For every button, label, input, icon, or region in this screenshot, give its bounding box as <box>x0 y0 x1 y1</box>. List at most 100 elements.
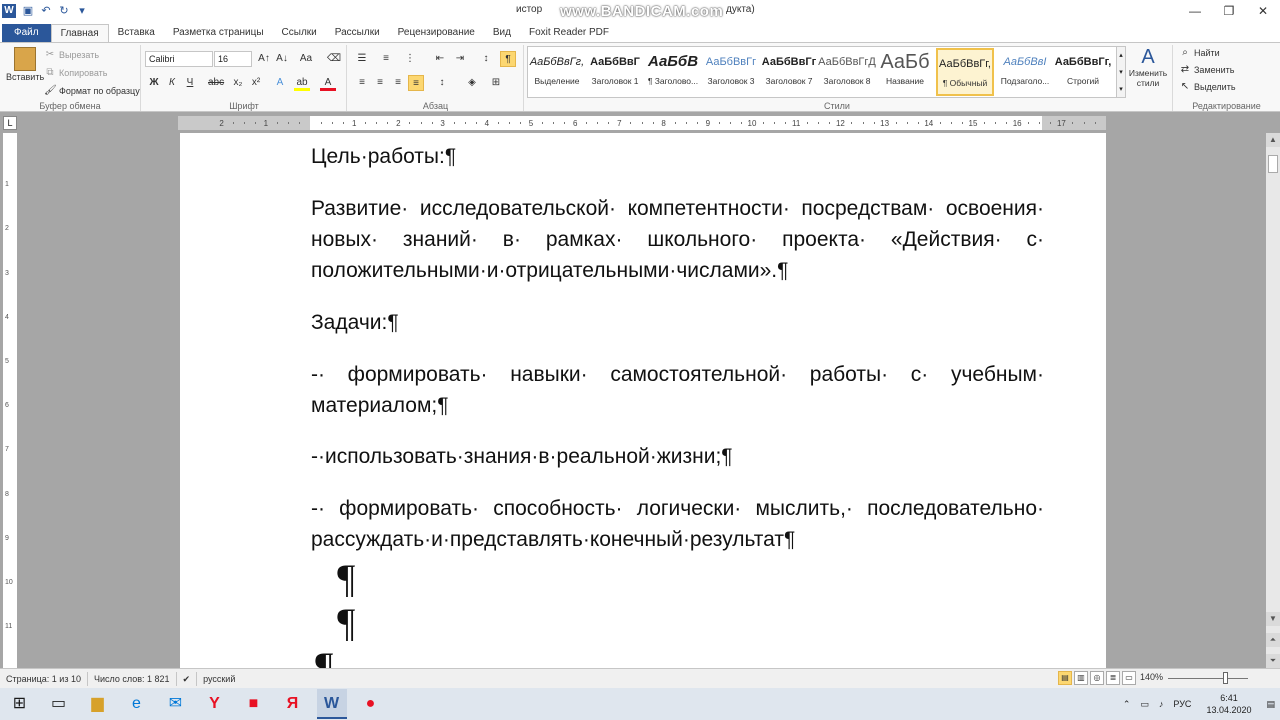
language-status[interactable]: русский <box>197 672 241 686</box>
font-color-icon[interactable]: A <box>320 75 336 91</box>
styles-gallery-scroll[interactable]: ▴ ▾ ▾ <box>1116 46 1126 98</box>
shading-icon[interactable]: ◈ <box>464 75 480 91</box>
show-formatting-marks-icon[interactable]: ¶ <box>500 51 516 67</box>
tab-mailings[interactable]: Рассылки <box>326 24 389 42</box>
prev-page-icon[interactable]: ⏶ <box>1266 633 1280 647</box>
undo-icon[interactable]: ↶ <box>40 5 52 17</box>
edge-browser-icon[interactable]: e <box>122 689 152 719</box>
document-page[interactable]: Цель·работы:¶ Развитие· исследовательско… <box>180 133 1106 668</box>
minimize-button[interactable]: — <box>1178 0 1212 22</box>
page-count-status[interactable]: Страница: 1 из 10 <box>0 671 88 686</box>
notifications-icon[interactable]: ▤ <box>1266 699 1275 710</box>
bullets-icon[interactable]: ☰ <box>354 51 370 67</box>
clear-format-icon[interactable]: ⌫ <box>326 51 342 67</box>
change-case-icon[interactable]: Aa <box>298 51 314 67</box>
format-painter-button[interactable]: 🖌 Формат по образцу <box>44 85 140 97</box>
tab-foxit-pdf[interactable]: Foxit Reader PDF <box>520 24 618 42</box>
customize-qat-icon[interactable]: ▾ <box>76 5 88 17</box>
print-layout-icon[interactable]: ▤ <box>1058 671 1072 685</box>
tray-expand-icon[interactable]: ⌃ <box>1123 699 1131 710</box>
gift-app-icon[interactable]: ■ <box>239 689 269 719</box>
zoom-slider-track[interactable] <box>1168 678 1248 679</box>
highlight-icon[interactable]: ab <box>294 75 310 91</box>
volume-icon[interactable]: ♪ <box>1159 699 1164 709</box>
align-right-icon[interactable]: ≡ <box>390 75 406 91</box>
style-emphasis[interactable]: АаБбВвГг, Выделение <box>528 48 586 96</box>
vertical-scrollbar[interactable]: ▲ ▼ ⏶ ⏷ <box>1266 133 1280 668</box>
redo-icon[interactable]: ↻ <box>58 5 70 17</box>
style-heading-7[interactable]: АаБбВвГг Заголовок 7 <box>760 48 818 96</box>
cut-button[interactable]: ✂ Вырезать <box>44 49 99 61</box>
scroll-up-arrow-icon[interactable]: ▲ <box>1266 133 1280 147</box>
zoom-slider-thumb[interactable] <box>1223 672 1228 684</box>
copy-button[interactable]: ⧉ Копировать <box>44 67 107 79</box>
underline-icon[interactable]: Ч <box>182 75 198 91</box>
zoom-level[interactable]: 140% <box>1140 672 1163 682</box>
mail-icon[interactable]: ✉ <box>161 689 191 719</box>
find-button[interactable]: ⌕ Найти <box>1179 47 1220 59</box>
full-screen-reading-icon[interactable]: ▥ <box>1074 671 1088 685</box>
strikethrough-icon[interactable]: abc <box>208 75 224 91</box>
tab-references[interactable]: Ссылки <box>273 24 326 42</box>
clock[interactable]: 6:41 13.04.2020 <box>1206 692 1251 716</box>
tab-insert[interactable]: Вставка <box>109 24 164 42</box>
select-button[interactable]: ↖ Выделить <box>1179 81 1236 93</box>
italic-icon[interactable]: К <box>164 75 180 91</box>
tab-page-layout[interactable]: Разметка страницы <box>164 24 273 42</box>
tray-language[interactable]: РУС <box>1173 699 1191 709</box>
tab-view[interactable]: Вид <box>484 24 520 42</box>
style-heading-2[interactable]: АаБбВ ¶ Заголово... <box>644 48 702 96</box>
tab-review[interactable]: Рецензирование <box>389 24 484 42</box>
windows-start-icon[interactable]: ⊞ <box>5 689 35 719</box>
numbering-icon[interactable]: ≡ <box>378 51 394 67</box>
replace-button[interactable]: ⇄ Заменить <box>1179 64 1235 76</box>
style-heading-3[interactable]: АаБбВвГг Заголовок 3 <box>702 48 760 96</box>
horizontal-ruler[interactable]: 2 1 1 2 3 4 5 6 7 8 9 10 11 12 13 14 15 16 17 <box>178 116 1106 130</box>
style-heading-1[interactable]: АаБбВвГ Заголовок 1 <box>586 48 644 96</box>
proofing-icon[interactable]: ✔ <box>177 671 198 686</box>
next-page-icon[interactable]: ⏷ <box>1266 654 1280 668</box>
word-count-status[interactable]: Число слов: 1 821 <box>88 671 177 686</box>
shrink-font-icon[interactable]: A↓ <box>274 51 290 67</box>
tab-file[interactable]: Файл <box>2 24 51 42</box>
close-button[interactable]: ✕ <box>1246 0 1280 22</box>
file-explorer-icon[interactable]: ▆ <box>83 689 113 719</box>
yandex-browser-icon[interactable]: Y <box>200 689 230 719</box>
tab-home[interactable]: Главная <box>50 24 109 42</box>
word-logo-icon[interactable]: W <box>2 4 16 18</box>
superscript-icon[interactable]: x² <box>248 75 264 91</box>
increase-indent-icon[interactable]: ⇥ <box>452 51 468 67</box>
scroll-down-arrow-icon[interactable]: ▼ <box>1266 612 1280 626</box>
justify-icon[interactable]: ≡ <box>408 75 424 91</box>
sort-icon[interactable]: ↕ <box>478 51 494 67</box>
task-view-icon[interactable]: ▭ <box>44 689 74 719</box>
align-center-icon[interactable]: ≡ <box>372 75 388 91</box>
grow-font-icon[interactable]: A↑ <box>256 51 272 67</box>
style-strong[interactable]: АаБбВвГг, Строгий <box>1054 48 1112 96</box>
decrease-indent-icon[interactable]: ⇤ <box>432 51 448 67</box>
change-styles-button[interactable]: A Изменить стили <box>1128 47 1168 88</box>
style-heading-8[interactable]: АаБбВвГгД Заголовок 8 <box>818 48 876 96</box>
multilevel-list-icon[interactable]: ⋮ <box>402 51 418 67</box>
font-size-combo[interactable]: 16 <box>214 51 252 67</box>
yandex-icon[interactable]: Я <box>278 689 308 719</box>
align-left-icon[interactable]: ≡ <box>354 75 370 91</box>
style-title[interactable]: АаБб Название <box>876 48 934 96</box>
draft-icon[interactable]: ▭ <box>1122 671 1136 685</box>
vertical-ruler[interactable]: 1 2 3 4 5 6 7 8 9 10 11 <box>3 133 17 668</box>
tab-selector[interactable]: L <box>3 116 17 130</box>
word-taskbar-icon[interactable]: W <box>316 689 347 719</box>
paste-button[interactable]: Вставить <box>6 47 44 82</box>
text-effects-icon[interactable]: A <box>272 75 288 91</box>
web-layout-icon[interactable]: ◎ <box>1090 671 1104 685</box>
bandicam-record-icon[interactable]: ● <box>356 689 386 719</box>
style-subtitle[interactable]: АаБбВвI Подзаголо... <box>996 48 1054 96</box>
font-name-combo[interactable]: Calibri <box>145 51 213 67</box>
scroll-thumb[interactable] <box>1268 155 1278 173</box>
maximize-button[interactable]: ❐ <box>1212 0 1246 22</box>
style-normal[interactable]: АаБбВвГг, ¶ Обычный <box>936 48 994 96</box>
line-spacing-icon[interactable]: ↕ <box>434 75 450 91</box>
borders-icon[interactable]: ⊞ <box>488 75 504 91</box>
subscript-icon[interactable]: x₂ <box>230 75 246 91</box>
bold-icon[interactable]: Ж <box>146 75 162 91</box>
